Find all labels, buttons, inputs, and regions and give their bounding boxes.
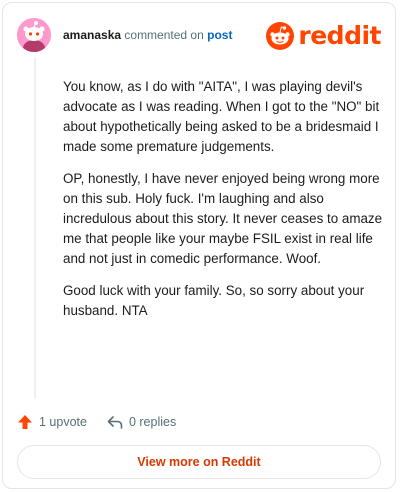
upvote-count: 1 upvote xyxy=(39,415,87,429)
view-more-button[interactable]: View more on Reddit xyxy=(17,445,381,479)
comment-paragraph: OP, honestly, I have never enjoyed being… xyxy=(63,171,383,266)
view-more-label: View more on Reddit xyxy=(137,455,261,469)
upvote-button[interactable]: 1 upvote xyxy=(17,414,87,430)
thread-line xyxy=(34,57,36,399)
reply-arrow-icon xyxy=(107,416,123,429)
username-link[interactable]: amanaska xyxy=(63,28,121,42)
replies-count: 0 replies xyxy=(128,415,177,429)
comment-byline: amanaska commented on post xyxy=(63,28,232,42)
reddit-snoo-logo-icon xyxy=(266,22,295,50)
comment-paragraph: Good luck with your family. So, so sorry… xyxy=(63,283,365,318)
post-link[interactable]: post xyxy=(207,28,232,42)
upvote-arrow-icon xyxy=(18,415,32,429)
reddit-wordmark: reddit xyxy=(298,21,381,50)
reddit-logo[interactable]: reddit xyxy=(266,22,381,50)
avatar[interactable] xyxy=(17,18,51,52)
replies-button[interactable]: 0 replies xyxy=(107,414,176,430)
comment-embed-card: amanaska commented on post reddit You kn… xyxy=(2,2,396,489)
byline-action-text: commented on xyxy=(124,28,204,42)
comment-body: You know, as I do with "AITA", I was pla… xyxy=(63,77,385,333)
comment-actions: 1 upvote 0 replies xyxy=(17,411,196,433)
comment-paragraph: You know, as I do with "AITA", I was pla… xyxy=(63,79,380,154)
snoo-avatar-icon xyxy=(17,18,51,52)
comment-header: amanaska commented on post reddit xyxy=(17,18,381,54)
